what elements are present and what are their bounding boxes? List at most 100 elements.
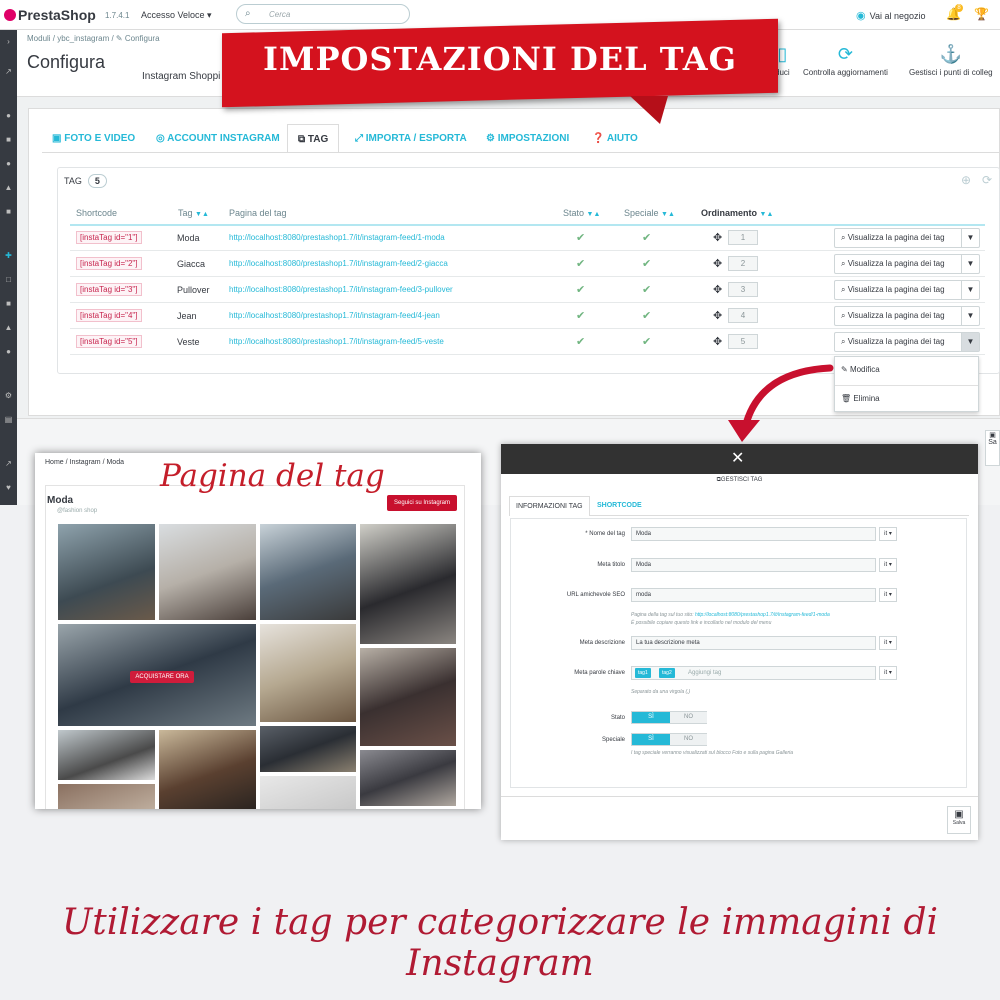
view-page-button[interactable]: ⌕ Visualizza la pagina dei tag ▼ [834,280,980,300]
check-icon[interactable]: ✔ [576,257,585,270]
breadcrumb[interactable]: Home / Instagram / Moda [45,459,124,466]
check-updates-button[interactable]: ⟳ Controlla aggiornamenti [803,44,888,77]
tab-help[interactable]: ❓ AIUTO [592,124,638,153]
view-page-button[interactable]: ⌕ Visualizza la pagina dei tag ▼ [834,254,980,274]
keyword-chip[interactable]: tag1 [635,668,651,678]
shortcode-cell[interactable]: [instaTag id="3"] [76,283,142,296]
buy-now-button[interactable]: ACQUISTARE ORA [130,671,194,683]
search-input[interactable]: ⌕ Cerca [236,4,410,24]
delete-menu-item[interactable]: 🗑 Elimina [841,394,880,403]
photo-thumbnail[interactable] [158,523,257,621]
check-icon[interactable]: ✔ [576,309,585,322]
language-select[interactable]: it ▾ [879,588,897,602]
col-tag[interactable]: Tag ▼▲ [178,208,209,218]
settings-icon[interactable]: ⚙ [3,390,14,401]
advanced-icon[interactable]: ▤ [3,414,14,425]
international-icon[interactable]: ● [3,346,14,357]
tag-page-link[interactable]: http://localhost:8080/prestashop1.7/it/i… [229,259,448,268]
check-icon[interactable]: ✔ [642,283,651,296]
follow-instagram-button[interactable]: Seguici su Instagram [387,495,457,511]
sort-icon[interactable]: ▼▲ [661,211,675,218]
shortcode-cell[interactable]: [instaTag id="1"] [76,231,142,244]
chevron-down-icon[interactable]: ▼ [961,281,979,299]
customers-icon[interactable]: ▲ [3,182,14,193]
check-icon[interactable]: ✔ [642,257,651,270]
prestashop-logo[interactable]: PrestaShop [4,7,96,23]
photo-thumbnail[interactable] [259,775,357,809]
language-select[interactable]: it ▾ [879,527,897,541]
photo-thumbnail[interactable] [158,729,257,809]
language-select[interactable]: it ▾ [879,558,897,572]
shortcode-cell[interactable]: [instaTag id="5"] [76,335,142,348]
stato-toggle[interactable]: SÌ NO [631,711,707,724]
drag-handle-icon[interactable]: ✥ [713,231,722,244]
check-icon[interactable]: ✔ [642,335,651,348]
expand-icon[interactable]: ↗ [3,66,14,77]
tab-tag-info[interactable]: INFORMAZIONI TAG [509,496,590,516]
photo-thumbnail[interactable] [259,623,357,723]
save-button-partial[interactable]: ▣ Sa [985,430,1000,466]
toggle-yes[interactable]: SÌ [632,734,670,745]
close-icon[interactable]: ✕ [731,448,744,468]
menu-icon[interactable]: › [3,36,14,47]
sort-icon[interactable]: ▼▲ [760,211,774,218]
catalog-icon[interactable]: ● [3,158,14,169]
add-keyword-input[interactable]: Aggiungi tag [688,670,721,676]
drag-handle-icon[interactable]: ✥ [713,257,722,270]
tab-tag[interactable]: ⧉ TAG [287,124,340,153]
tab-photos-videos[interactable]: ▣ FOTO E VIDEO [52,124,135,153]
tag-page-link[interactable]: http://localhost:8080/prestashop1.7/it/i… [229,337,444,346]
add-tag-icon[interactable]: ⊕ [961,173,971,187]
check-icon[interactable]: ✔ [576,231,585,244]
tag-page-link[interactable]: http://localhost:8080/prestashop1.7/it/i… [229,233,445,242]
photo-thumbnail[interactable] [57,729,156,781]
payment-icon[interactable]: ▲ [3,322,14,333]
trophy-icon[interactable]: 🏆 [974,7,989,21]
tab-instagram-account[interactable]: ◎ ACCOUNT INSTAGRAM [156,124,280,153]
support-icon[interactable]: ■ [3,206,14,217]
language-select[interactable]: it ▾ [879,666,897,680]
sort-icon[interactable]: ▼▲ [195,211,209,218]
chevron-down-icon[interactable]: ▼ [961,255,979,273]
photo-thumbnail[interactable] [57,523,156,621]
col-stato[interactable]: Stato ▼▲ [563,208,600,218]
check-icon[interactable]: ✔ [642,231,651,244]
check-icon[interactable]: ✔ [642,309,651,322]
drag-handle-icon[interactable]: ✥ [713,309,722,322]
photo-thumbnail[interactable] [359,523,457,645]
heart-icon[interactable]: ♥ [3,482,14,493]
seo-url-field[interactable]: moda [631,588,876,602]
tag-page-link[interactable]: http://localhost:8080/prestashop1.7/it/i… [229,285,453,294]
drag-handle-icon[interactable]: ✥ [713,335,722,348]
view-page-button[interactable]: ⌕ Visualizza la pagina dei tag ▼ [834,228,980,248]
chevron-down-icon[interactable]: ▼ [961,307,979,325]
name-field[interactable]: Moda [631,527,876,541]
toggle-no[interactable]: NO [670,712,707,723]
check-icon[interactable]: ✔ [576,283,585,296]
view-shop-link[interactable]: ◉ Vai al negozio [856,9,925,22]
design-icon[interactable]: □ [3,274,14,285]
col-speciale[interactable]: Speciale ▼▲ [624,208,675,218]
toggle-no[interactable]: NO [670,734,707,745]
photo-thumbnail[interactable] [259,523,357,621]
meta-title-field[interactable]: Moda [631,558,876,572]
refresh-list-icon[interactable]: ⟳ [982,173,992,187]
stats-icon[interactable]: ↗ [3,458,14,469]
photo-thumbnail[interactable] [259,725,357,773]
speciale-toggle[interactable]: SÌ NO [631,733,707,746]
toggle-yes[interactable]: SÌ [632,712,670,723]
chevron-down-icon[interactable]: ▼ [961,229,979,247]
col-ordinamento[interactable]: Ordinamento ▼▲ [701,208,773,218]
sort-icon[interactable]: ▼▲ [587,211,601,218]
shortcode-cell[interactable]: [instaTag id="4"] [76,309,142,322]
photo-thumbnail[interactable] [359,647,457,747]
shortcode-cell[interactable]: [instaTag id="2"] [76,257,142,270]
tab-import-export[interactable]: ⤢ IMPORTA / ESPORTA [355,124,467,153]
tab-shortcode[interactable]: SHORTCODE [597,502,642,509]
view-page-button[interactable]: ⌕ Visualizza la pagina dei tag ▼ [834,306,980,326]
edit-menu-item[interactable]: ✎ Modifica [841,365,880,374]
photo-thumbnail[interactable] [359,749,457,807]
manage-hooks-button[interactable]: ⚓ Gestisci i punti di colleg [909,44,993,77]
drag-handle-icon[interactable]: ✥ [713,283,722,296]
language-select[interactable]: it ▾ [879,636,897,650]
